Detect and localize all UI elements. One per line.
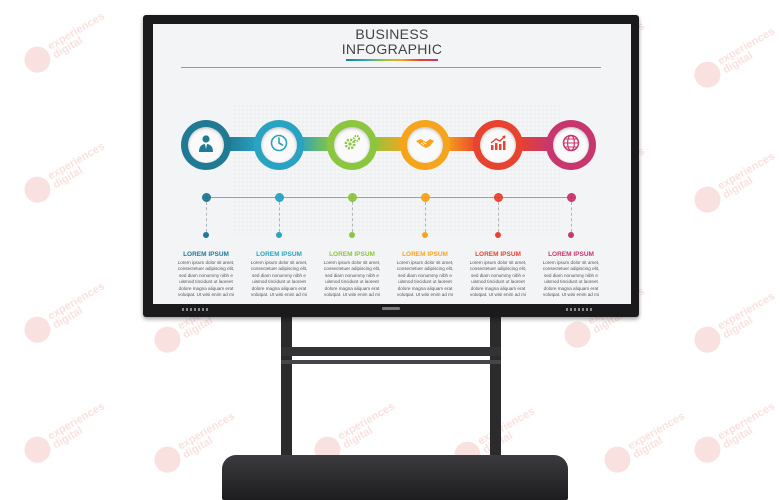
watermark-mark	[19, 431, 56, 468]
step-heading: LOREM IPSUM	[475, 251, 521, 258]
step-text-block-2: LOREM IPSUM Lorem ipsum dolor sit amet, c…	[247, 251, 311, 298]
timeline-end-dot-3	[349, 232, 355, 238]
timeline-connector-4	[425, 202, 426, 232]
step-circle-1	[181, 120, 231, 170]
watermark-logo: experiencesdigital	[689, 24, 780, 93]
growth-chart-icon	[488, 133, 508, 158]
step-body-text: Lorem ipsum dolor sit amet, consectetuer…	[542, 260, 600, 298]
watermark-mark	[149, 441, 186, 478]
timeline-dot-1	[201, 193, 211, 202]
step-circle-3	[327, 120, 377, 170]
watermark-logo: experiencesdigital	[19, 279, 113, 348]
step-circle-inner	[407, 127, 443, 163]
timeline-dot-2	[274, 193, 284, 202]
infographic-title-line1: BUSINESS	[355, 26, 429, 42]
businessman-icon	[196, 133, 216, 158]
timeline-end-dot-6	[568, 232, 574, 238]
watermark-mark	[599, 441, 636, 478]
watermark-text: experiencesdigital	[45, 400, 107, 452]
timeline-connector-3	[352, 202, 353, 232]
title-underline	[346, 59, 438, 61]
clock-icon	[269, 133, 289, 158]
watermark-text: experiencesdigital	[475, 405, 537, 456]
watermark-text: experiencesdigital	[45, 280, 107, 332]
step-circle-inner	[188, 127, 224, 163]
timeline-line	[205, 197, 575, 198]
watermark-text: experiencesdigital	[715, 400, 777, 452]
timeline-dot-3	[347, 193, 357, 202]
bezel-buttons-left	[182, 308, 210, 311]
timeline-end-dot-2	[276, 232, 282, 238]
step-text-block-6: LOREM IPSUM Lorem ipsum dolor sit amet, c…	[539, 251, 603, 298]
step-text-block-3: LOREM IPSUM Lorem ipsum dolor sit amet, c…	[320, 251, 384, 298]
timeline-connector-2	[279, 202, 280, 232]
watermark-text: experiencesdigital	[715, 150, 777, 202]
timeline-dot-4	[420, 193, 430, 202]
watermark-mark	[559, 316, 596, 353]
bezel-brand-logo	[382, 307, 400, 310]
step-body-text: Lorem ipsum dolor sit amet, consectetuer…	[177, 260, 235, 298]
watermark-mark	[689, 181, 726, 218]
step-heading: LOREM IPSUM	[183, 251, 229, 258]
timeline-dot-5	[493, 193, 503, 202]
step-circle-2	[254, 120, 304, 170]
step-text-block-5: LOREM IPSUM Lorem ipsum dolor sit amet, c…	[466, 251, 530, 298]
timeline-connector-6	[571, 202, 572, 232]
step-body-text: Lorem ipsum dolor sit amet, consectetuer…	[250, 260, 308, 298]
watermark-logo: experiencesdigital	[19, 9, 113, 78]
watermark-mark	[19, 311, 56, 348]
watermark-text: experiencesdigital	[715, 25, 777, 77]
watermark-mark	[689, 431, 726, 468]
stand-crossbar-top	[281, 347, 501, 356]
watermark-text: experiencesdigital	[175, 410, 237, 462]
watermark-mark	[689, 321, 726, 358]
step-text-block-1: LOREM IPSUM Lorem ipsum dolor sit amet, c…	[174, 251, 238, 298]
timeline-end-dot-5	[495, 232, 501, 238]
step-circle-6	[546, 120, 596, 170]
watermark-mark	[19, 41, 56, 78]
timeline-connector-5	[498, 202, 499, 232]
step-circle-inner	[261, 127, 297, 163]
stand-base	[222, 455, 568, 500]
watermark-text: experiencesdigital	[715, 290, 777, 342]
step-heading: LOREM IPSUM	[329, 251, 375, 258]
monitor-screen: BUSINESS INFOGRAPHIC LOREM IPSUM Lorem ip…	[153, 24, 631, 304]
timeline-dot-6	[566, 193, 576, 202]
header-divider	[181, 67, 601, 68]
step-circle-5	[473, 120, 523, 170]
step-body-text: Lorem ipsum dolor sit amet, consectetuer…	[323, 260, 381, 298]
timeline-connector-1	[206, 202, 207, 232]
watermark-logo: experiencesdigital	[689, 399, 780, 468]
step-body-text: Lorem ipsum dolor sit amet, consectetuer…	[469, 260, 527, 298]
watermark-text: experiencesdigital	[335, 400, 397, 452]
step-circle-inner	[334, 127, 370, 163]
watermark-logo: experiencesdigital	[689, 149, 780, 218]
globe-icon	[561, 133, 581, 158]
watermark-logo: experiencesdigital	[689, 289, 780, 358]
timeline-end-dot-4	[422, 232, 428, 238]
infographic-title-line2: INFOGRAPHIC	[341, 41, 443, 57]
watermark-text: experiencesdigital	[45, 140, 107, 192]
watermark-text: experiencesdigital	[625, 410, 687, 462]
watermark-text: experiencesdigital	[45, 10, 107, 62]
step-heading: LOREM IPSUM	[548, 251, 594, 258]
watermark-logo: experiencesdigital	[19, 139, 113, 208]
watermark-logo: experiencesdigital	[19, 399, 113, 468]
bezel-buttons-right	[566, 308, 594, 311]
watermark-mark	[149, 321, 186, 358]
step-heading: LOREM IPSUM	[402, 251, 448, 258]
watermark-mark	[689, 56, 726, 93]
watermark-logo: experiencesdigital	[599, 409, 693, 478]
stand-crossbar-bottom	[281, 360, 501, 364]
timeline-end-dot-1	[203, 232, 209, 238]
step-text-block-4: LOREM IPSUM Lorem ipsum dolor sit amet, c…	[393, 251, 457, 298]
handshake-icon	[415, 133, 435, 158]
step-heading: LOREM IPSUM	[256, 251, 302, 258]
step-circle-inner	[553, 127, 589, 163]
watermark-mark	[19, 171, 56, 208]
step-circle-inner	[480, 127, 516, 163]
gears-icon	[342, 133, 362, 158]
step-circle-4	[400, 120, 450, 170]
step-body-text: Lorem ipsum dolor sit amet, consectetuer…	[396, 260, 454, 298]
